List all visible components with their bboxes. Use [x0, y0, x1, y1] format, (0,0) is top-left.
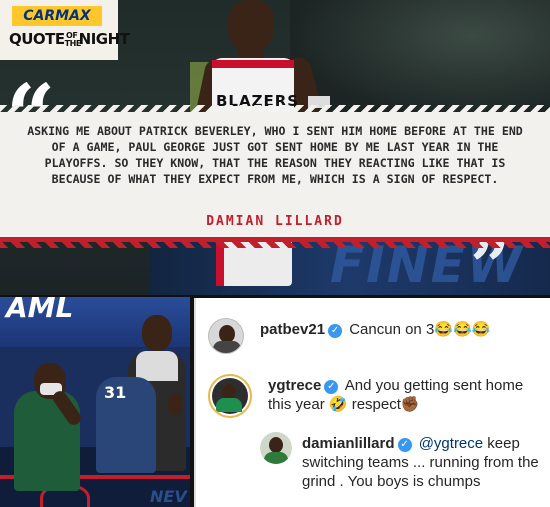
comment-username[interactable]: damianlillard	[302, 435, 395, 452]
paper-tear-edge	[0, 105, 550, 113]
comment-mention[interactable]: @ygtrece	[419, 435, 483, 452]
quote-of-the-night-title: QUOTEOF THENIGHT	[9, 30, 130, 48]
bench-player-3-shirt	[136, 351, 178, 381]
jersey-trim	[212, 60, 294, 68]
avatar-patbev21[interactable]	[208, 318, 244, 354]
comment-body: patbev21 ✓ Cancun on 3😂😂😂	[260, 320, 550, 339]
quote-text: ASKING ME ABOUT PATRICK BEVERLEY, WHO I …	[27, 124, 523, 186]
comment-username[interactable]: patbev21	[260, 321, 325, 338]
quote-author: DAMIAN LILLARD	[206, 214, 344, 229]
comment-body: ygtrece ✓ And you getting sent home this …	[268, 376, 548, 414]
avatar-body	[213, 341, 241, 353]
instagram-comments-panel: patbev21 ✓ Cancun on 3😂😂😂 ygtrece ✓ And yo…	[194, 298, 550, 507]
avatar-damianlillard[interactable]	[260, 432, 292, 464]
quote-photo-panel: FINEW BLAZERS “ ” CARMAX QUOTEOFTHENIGHT…	[0, 0, 550, 297]
player-head	[228, 0, 274, 52]
title-left: QUOTE	[9, 30, 65, 48]
verified-badge-icon: ✓	[324, 380, 339, 394]
bench-player-3-hand	[168, 393, 182, 415]
avatar-ygtrece[interactable]	[208, 374, 252, 418]
avatar-body	[216, 398, 242, 412]
comment-text: Cancun on 3😂😂😂	[349, 321, 491, 338]
verified-badge-icon: ✓	[397, 438, 412, 452]
comment-username[interactable]: ygtrece	[268, 377, 321, 394]
bench-photo: AML 31 NEV	[0, 297, 190, 507]
title-right: NIGHT	[78, 30, 130, 48]
floor-text: NEV	[150, 487, 187, 506]
title-small: OF THE	[65, 31, 82, 48]
verified-badge-icon: ✓	[328, 324, 343, 338]
carmax-logo-text: CARMAX	[23, 8, 91, 24]
comment-body: damianlillard ✓ @ygtrece keep switching t…	[302, 434, 548, 491]
paper-red-tear	[0, 240, 550, 248]
avatar-face	[269, 437, 283, 453]
carmax-logo: CARMAX	[12, 6, 102, 26]
bench-player-2-number: 31	[104, 383, 127, 402]
torn-paper-quote: ASKING ME ABOUT PATRICK BEVERLEY, WHO I …	[0, 105, 550, 248]
bench-banner-text: AML	[6, 297, 74, 324]
bench-player-3-head	[142, 315, 172, 351]
brand-badge: CARMAX QUOTEOF THENIGHT	[0, 0, 130, 60]
avatar-body	[264, 452, 288, 464]
